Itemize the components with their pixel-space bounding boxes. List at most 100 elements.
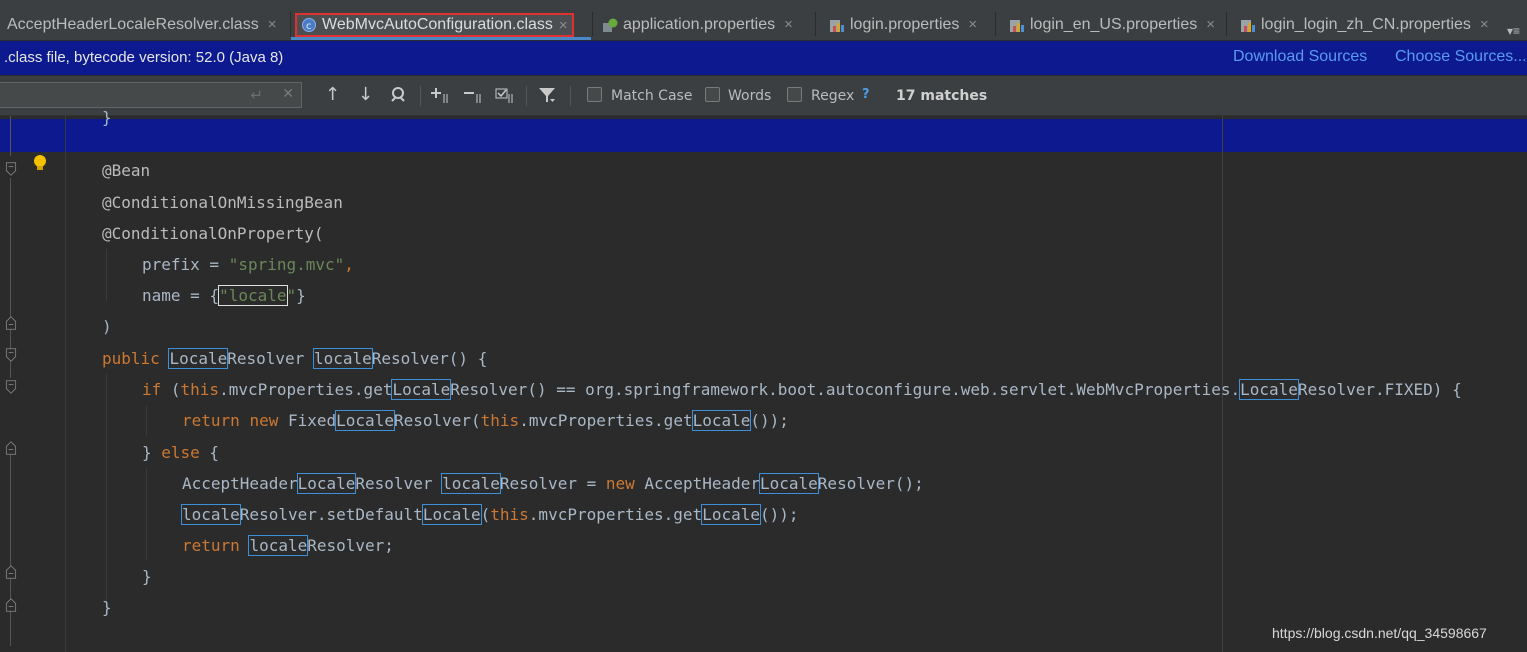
- close-icon[interactable]: ×: [1480, 16, 1489, 33]
- fold-close-icon[interactable]: [4, 565, 18, 579]
- annotation-conditional-on-property: @ConditionalOnProperty(: [102, 224, 324, 243]
- indent-guide: [106, 374, 107, 610]
- code-token: AcceptHeader: [182, 474, 298, 493]
- tab-login-zh-cn-properties[interactable]: login_login_zh_CN.properties ×: [1240, 9, 1489, 40]
- fold-open-icon[interactable]: [4, 348, 18, 362]
- regex-label[interactable]: Regex: [811, 88, 854, 104]
- code-token: prefix =: [142, 255, 229, 274]
- code-line: if (this.mvcProperties.getLocaleResolver…: [142, 374, 1462, 405]
- lightbulb-icon[interactable]: [33, 154, 47, 172]
- match-case-checkbox[interactable]: [587, 87, 602, 102]
- match-count: 17 matches: [896, 88, 988, 104]
- code-line: }: [102, 102, 112, 133]
- match-case-label[interactable]: Match Case: [611, 88, 692, 104]
- search-match: locale: [312, 348, 373, 369]
- tab-application-properties[interactable]: application.properties ×: [602, 9, 793, 40]
- tab-login-properties[interactable]: login.properties ×: [829, 9, 977, 40]
- close-icon[interactable]: ×: [968, 16, 977, 33]
- code-line: }: [142, 561, 152, 592]
- search-match: Locale: [335, 410, 395, 431]
- close-icon[interactable]: ×: [559, 17, 568, 34]
- code-line: localeResolver.setDefault Locale (this.mvc…: [181, 499, 799, 530]
- code-token: (: [480, 505, 491, 524]
- code-line: return new FixedLocaleResolver(this.mvcP…: [182, 405, 789, 436]
- search-input[interactable]: ↵ ✕: [0, 82, 302, 108]
- keyword: new: [605, 474, 635, 493]
- fold-close-icon[interactable]: [4, 441, 18, 455]
- remove-selection-icon[interactable]: [462, 85, 484, 110]
- watermark-text: https://blog.csdn.net/qq_34598667: [1272, 625, 1487, 641]
- tab-separator: [1226, 12, 1227, 36]
- regex-checkbox[interactable]: [787, 87, 802, 102]
- close-icon[interactable]: ×: [784, 16, 793, 33]
- keyword: public: [102, 349, 160, 368]
- search-match: Locale: [296, 473, 357, 494]
- regex-help-icon[interactable]: ?: [862, 87, 870, 102]
- active-tab-indicator: [291, 37, 591, 40]
- previous-occurrence-icon[interactable]: ↑: [325, 85, 340, 105]
- code-token: }: [102, 598, 112, 617]
- search-match: Locale: [759, 473, 819, 494]
- next-occurrence-icon[interactable]: ↓: [358, 85, 373, 105]
- tab-label: login.properties: [850, 15, 960, 33]
- code-line: public LocaleResolver localeResolver() {: [102, 343, 487, 374]
- annotation-conditional-on-missing-bean: @ConditionalOnMissingBean: [102, 193, 343, 212]
- code-line: return localeResolver;: [182, 530, 394, 561]
- fold-open-icon[interactable]: [4, 162, 18, 176]
- code-token: .mvcProperties.get: [528, 505, 703, 524]
- add-selection-icon[interactable]: [429, 85, 451, 110]
- words-label[interactable]: Words: [728, 88, 771, 104]
- toolbar-separator: [420, 86, 421, 106]
- filter-icon[interactable]: [537, 85, 557, 110]
- keyword: this: [180, 380, 220, 399]
- code-token: Resolver.setDefault: [239, 505, 423, 524]
- properties-file-icon: [1009, 17, 1025, 33]
- keyword: else: [161, 443, 200, 462]
- tab-label: AcceptHeaderLocaleResolver.class: [7, 15, 259, 33]
- tab-accept-header-locale-resolver[interactable]: AcceptHeaderLocaleResolver.class ×: [0, 9, 276, 40]
- tab-label: login_login_zh_CN.properties: [1261, 15, 1471, 33]
- bytecode-version-message: .class file, bytecode version: 52.0 (Jav…: [4, 49, 284, 66]
- code-line: @Bean: [102, 155, 150, 186]
- close-icon[interactable]: ×: [1206, 16, 1215, 33]
- code-editor[interactable]: } @Bean @ConditionalOnMissingBean @Condi…: [0, 108, 1527, 652]
- tab-webmvc-auto-configuration[interactable]: c WebMvcAutoConfiguration.class ×: [295, 13, 574, 37]
- clear-search-icon[interactable]: ✕: [282, 86, 294, 102]
- fold-open-icon[interactable]: [4, 380, 18, 394]
- code-token: Resolver() == org.springframework.boot.a…: [450, 380, 1241, 399]
- code-line: @ConditionalOnMissingBean: [102, 187, 343, 218]
- code-token: Resolver.FIXED) {: [1297, 380, 1462, 399]
- code-line: @ConditionalOnProperty(: [102, 218, 324, 249]
- keyword: if: [142, 380, 162, 399]
- decompiled-class-banner: .class file, bytecode version: 52.0 (Jav…: [0, 41, 1527, 75]
- string-literal: "spring.mvc": [228, 255, 345, 274]
- keyword: this: [490, 505, 529, 524]
- fold-close-icon[interactable]: [4, 316, 18, 330]
- code-token: (: [161, 380, 181, 399]
- search-match: locale: [248, 535, 309, 556]
- choose-sources-link[interactable]: Choose Sources...: [1395, 48, 1527, 66]
- code-token: Resolver(: [393, 411, 481, 430]
- tab-separator: [290, 12, 291, 36]
- fold-guide: [10, 116, 11, 156]
- search-match-current: "locale: [218, 285, 288, 306]
- download-sources-link[interactable]: Download Sources: [1233, 48, 1367, 66]
- find-all-occurrences-icon[interactable]: [389, 85, 409, 110]
- toolbar-separator: [526, 86, 527, 106]
- current-line-highlight: [66, 119, 1527, 152]
- tab-label: application.properties: [623, 15, 776, 33]
- code-token: {: [199, 443, 220, 462]
- words-checkbox[interactable]: [705, 87, 720, 102]
- find-toolbar: ↵ ✕ ↑ ↓ Match Case Words Regex ? 17 matc…: [0, 76, 1527, 116]
- close-icon[interactable]: ×: [268, 16, 277, 33]
- code-line: AcceptHeaderLocaleResolver localeResolve…: [182, 468, 924, 499]
- tab-login-en-us-properties[interactable]: login_en_US.properties ×: [1009, 9, 1215, 40]
- code-token: AcceptHeader: [644, 474, 760, 493]
- fold-close-icon[interactable]: [4, 598, 18, 612]
- select-all-occurrences-icon[interactable]: [494, 85, 516, 110]
- code-token: }: [142, 567, 152, 586]
- string-literal: ": [286, 286, 297, 305]
- tab-label: login_en_US.properties: [1030, 15, 1198, 33]
- search-match: locale: [181, 504, 241, 525]
- search-match: Locale: [701, 504, 761, 525]
